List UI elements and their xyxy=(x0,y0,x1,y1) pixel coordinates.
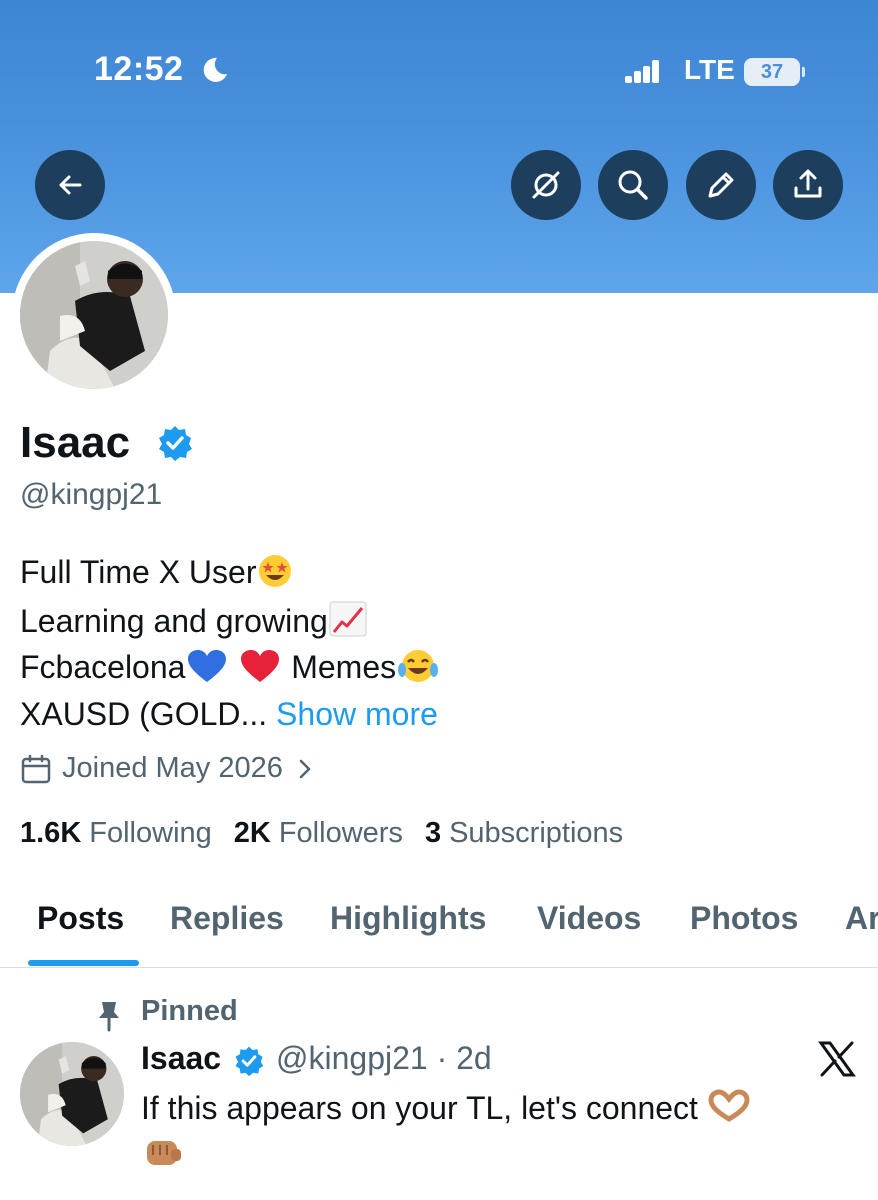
tab-videos[interactable]: Videos xyxy=(537,900,641,937)
bio-line-3: Fcbacelona Memes xyxy=(20,647,440,687)
subscriptions-label: Subscriptions xyxy=(449,817,624,849)
following-label: Following xyxy=(89,817,212,849)
network-type: LTE xyxy=(684,54,735,85)
profile-tabs: Posts Replies Highlights Videos Photos A… xyxy=(0,872,878,968)
bio-text: Learning and growing xyxy=(20,603,328,639)
active-tab-indicator xyxy=(28,960,139,966)
share-button[interactable] xyxy=(773,150,843,220)
tab-photos[interactable]: Photos xyxy=(690,900,798,937)
bio-line-4: XAUSD (GOLD... Show more xyxy=(20,694,438,734)
status-time: 12:52 xyxy=(94,50,184,88)
back-arrow-icon xyxy=(59,175,82,195)
grok-button[interactable] xyxy=(511,150,581,220)
x-logo-icon xyxy=(818,1041,856,1077)
battery-icon: 37 xyxy=(744,58,800,86)
following-count: 1.6K xyxy=(20,817,82,849)
bio-line-2: Learning and growing xyxy=(20,600,368,641)
share-icon xyxy=(794,169,822,198)
fist-emoji-icon xyxy=(147,1141,181,1165)
post-body: If this appears on your TL, let's connec… xyxy=(141,1090,698,1126)
blue-heart-emoji-icon xyxy=(188,650,227,682)
bio-text: Fcbacelona xyxy=(20,649,186,685)
following-link[interactable]: 1.6K Following xyxy=(20,817,212,850)
red-heart-emoji-icon xyxy=(241,650,280,682)
tab-replies[interactable]: Replies xyxy=(170,900,284,937)
edit-button[interactable] xyxy=(686,150,756,220)
subscriptions-link[interactable]: 3 Subscriptions xyxy=(425,817,623,850)
followers-count: 2K xyxy=(233,817,271,849)
pinned-label: Pinned xyxy=(141,995,238,1027)
tab-highlights[interactable]: Highlights xyxy=(330,900,486,937)
chart-increasing-emoji-icon xyxy=(329,601,367,637)
bio-line-1: Full Time X User xyxy=(20,552,294,592)
profile-counts: 1.6K Following 2K Followers 3 Subscripti… xyxy=(20,817,645,850)
avatar xyxy=(20,241,168,389)
bio-text: Memes xyxy=(291,649,397,685)
show-more-link[interactable]: Show more xyxy=(276,696,438,732)
tab-articles[interactable]: Ar xyxy=(845,900,878,937)
back-button[interactable] xyxy=(35,150,105,220)
followers-link[interactable]: 2K Followers xyxy=(234,817,403,850)
edit-icon xyxy=(708,172,734,198)
post-author-avatar[interactable] xyxy=(20,1042,124,1146)
followers-label: Followers xyxy=(278,817,403,849)
bio-text: XAUSD (GOLD... xyxy=(20,696,268,732)
profile-name: Isaac xyxy=(20,418,131,467)
search-icon xyxy=(618,170,648,200)
moon-icon xyxy=(203,57,227,82)
post-author-name[interactable]: Isaac xyxy=(141,1040,221,1077)
star-struck-emoji-icon xyxy=(259,555,292,587)
avatar-photo xyxy=(20,1042,124,1146)
signal-icon xyxy=(625,60,659,83)
subscriptions-count: 3 xyxy=(424,817,442,849)
profile-avatar[interactable] xyxy=(12,233,176,397)
joined-date: Joined May 2026 xyxy=(62,752,283,784)
post-text: If this appears on your TL, let's connec… xyxy=(141,1088,751,1128)
pin-icon xyxy=(99,1002,119,1032)
verified-badge-icon[interactable] xyxy=(156,424,194,462)
battery-percent: 37 xyxy=(760,61,784,83)
heart-hands-emoji-icon xyxy=(708,1089,750,1122)
verified-badge-icon xyxy=(235,1046,264,1077)
tab-posts[interactable]: Posts xyxy=(37,900,124,937)
joined-row[interactable]: Joined May 2026 xyxy=(20,752,327,785)
profile-handle: @kingpj21 xyxy=(20,478,163,511)
search-button[interactable] xyxy=(598,150,668,220)
post-handle-time: @kingpj21 · 2d xyxy=(276,1040,492,1076)
calendar-icon xyxy=(21,754,51,783)
bio-text: Full Time X User xyxy=(20,554,257,590)
tears-of-joy-emoji-icon xyxy=(398,650,439,682)
grok-icon xyxy=(532,171,560,199)
chevron-right-icon xyxy=(299,759,311,778)
avatar-photo xyxy=(20,241,168,389)
battery-nub xyxy=(802,67,805,77)
